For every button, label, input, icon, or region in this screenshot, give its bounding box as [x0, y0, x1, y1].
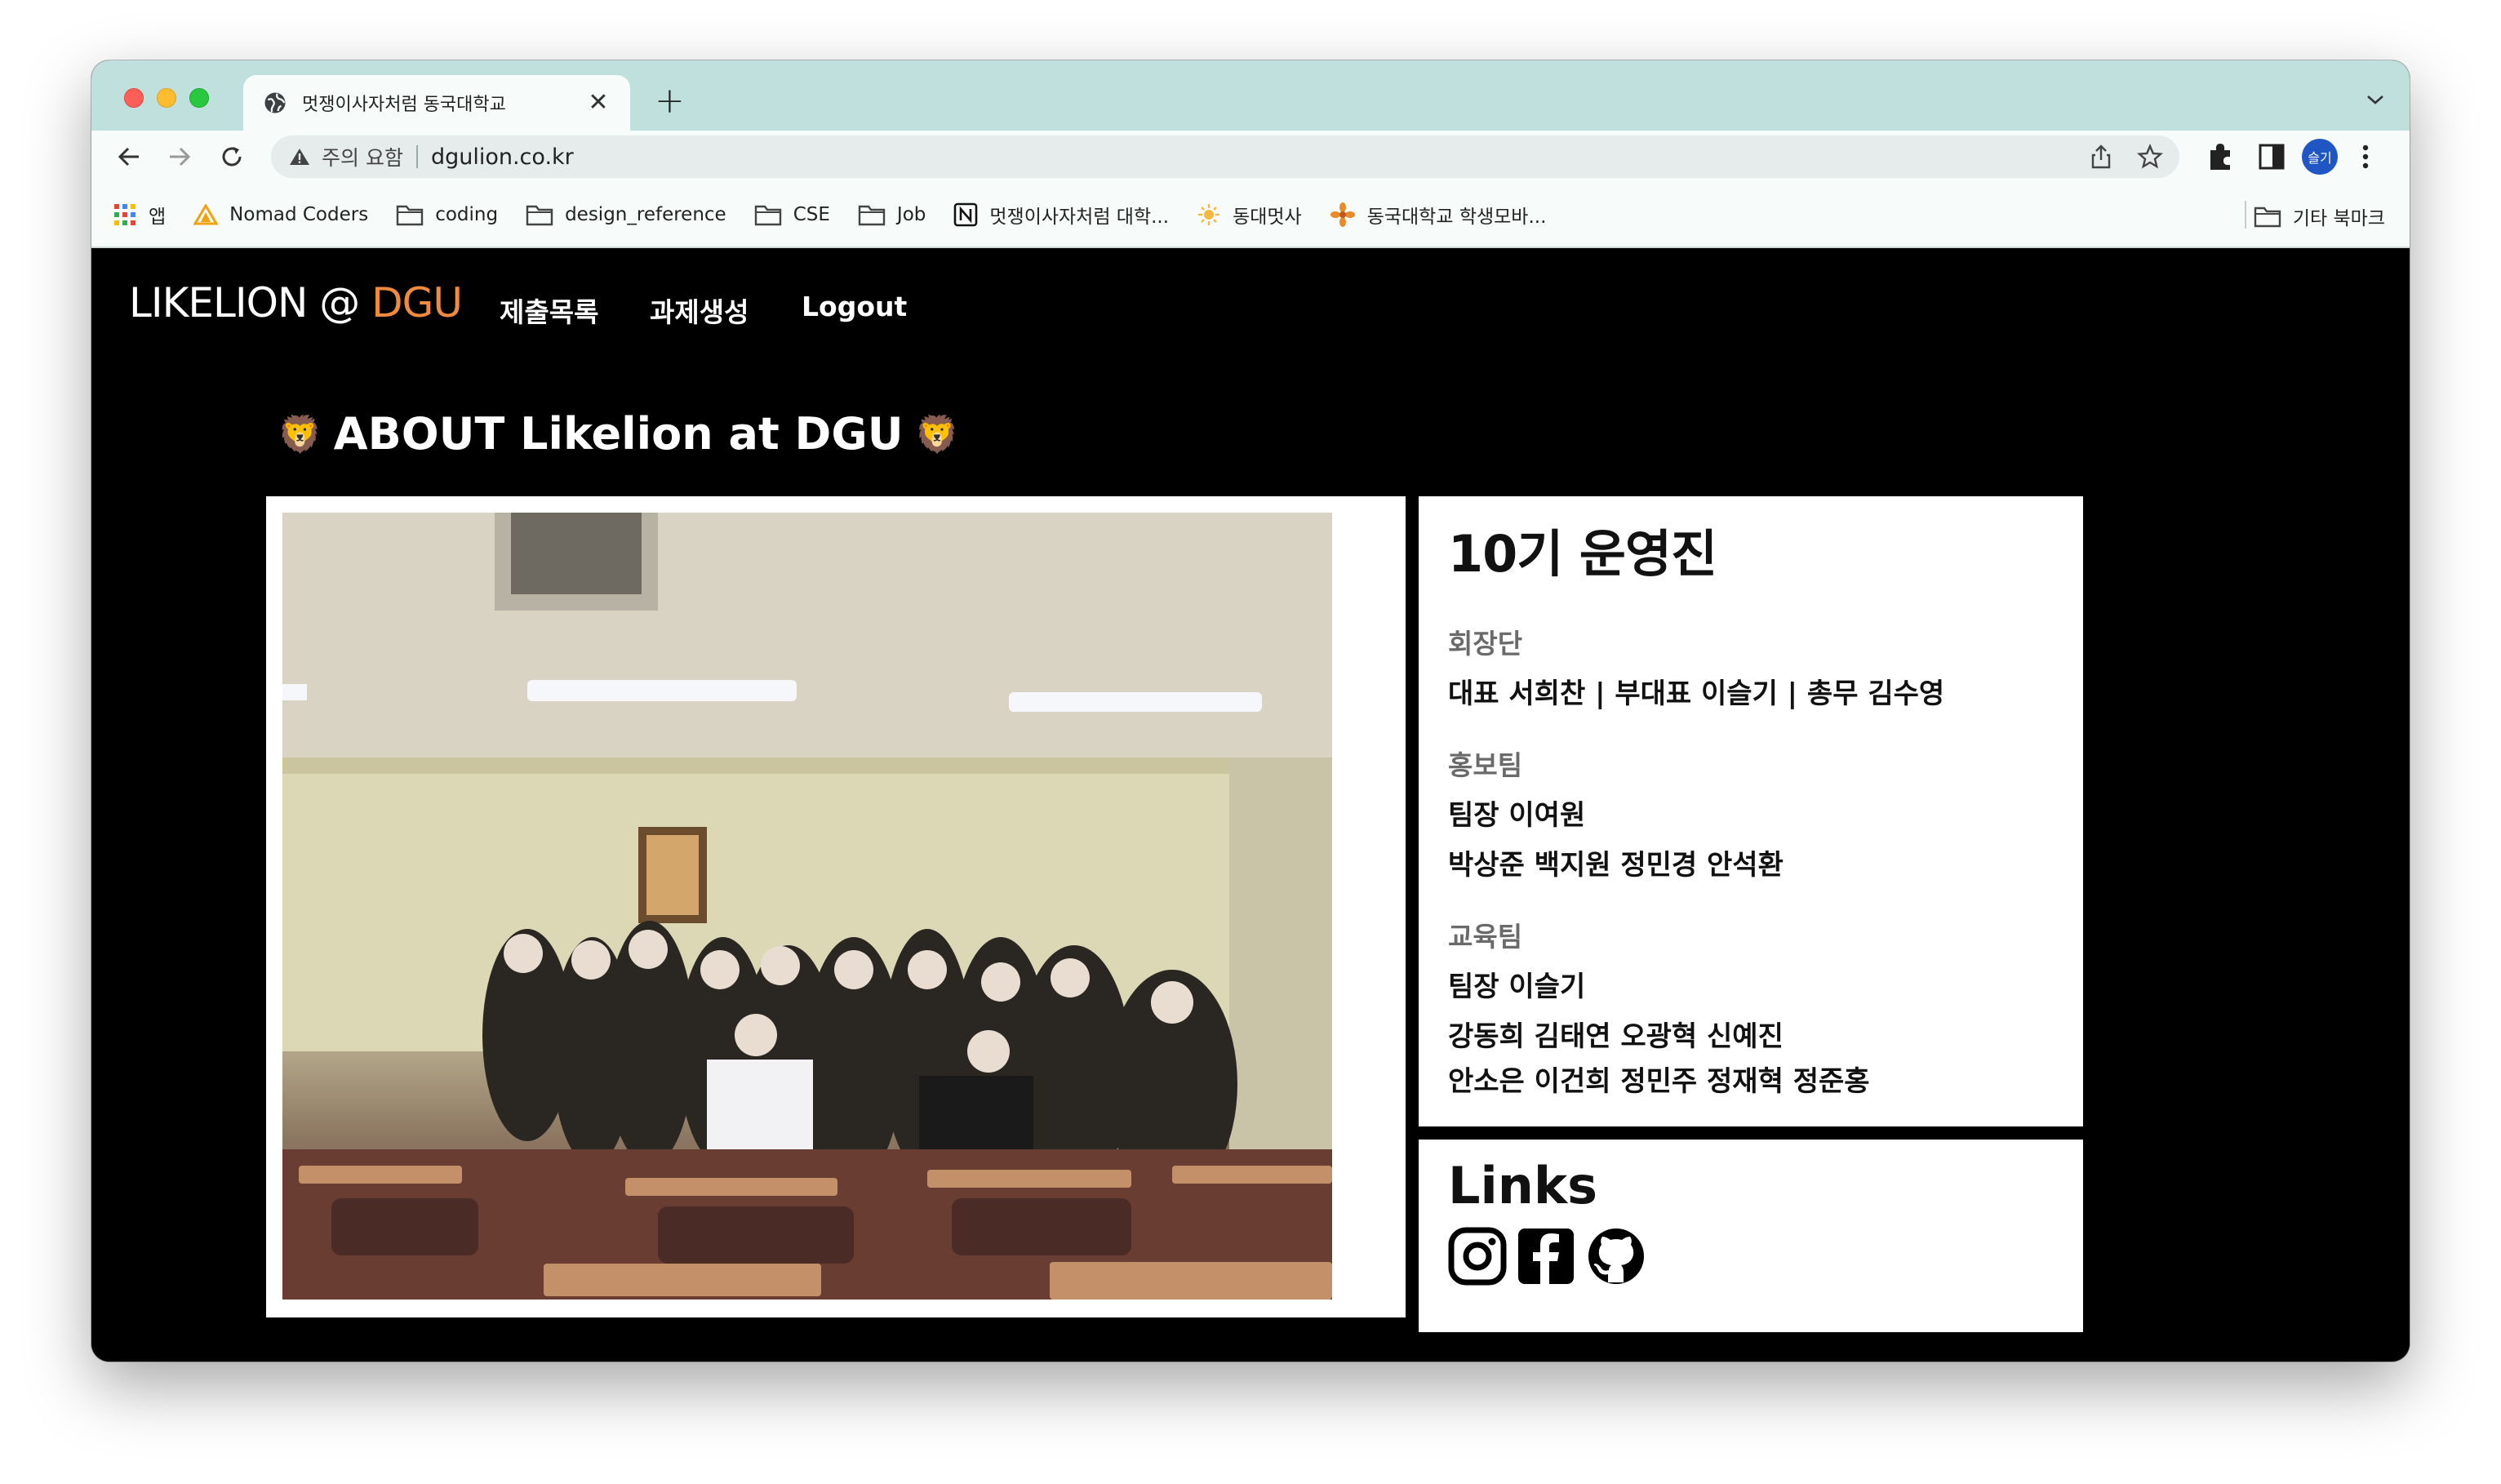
back-arrow-icon[interactable]	[114, 142, 144, 171]
bookmark-likelion-univ[interactable]: 멋쟁이사자처럼 대학...	[953, 201, 1169, 229]
forward-arrow-icon[interactable]	[165, 142, 194, 171]
minimize-window-button[interactable]	[157, 88, 176, 108]
bookmark-job[interactable]: Job	[858, 203, 926, 226]
bookmark-label: Job	[896, 204, 926, 225]
pr-team-leader: 팀장 이여원	[1448, 799, 1586, 832]
bookmark-apps[interactable]: 앱	[113, 201, 166, 229]
tab-close-icon[interactable]: ✕	[586, 91, 611, 115]
bookmark-nomad-coders[interactable]: Nomad Coders	[193, 204, 368, 225]
bookmark-coding[interactable]: coding	[396, 203, 498, 226]
nav-create-assignment[interactable]: 과제생성	[650, 291, 749, 330]
bookmark-design-reference[interactable]: design_reference	[526, 203, 726, 226]
pr-team-members: 박상준 백지원 정민경 안석환	[1448, 849, 1784, 882]
extensions-puzzle-icon[interactable]	[2206, 140, 2235, 173]
bookmarks-divider	[2245, 201, 2246, 229]
education-team-leader: 팀장 이슬기	[1448, 971, 1586, 1003]
more-menu-icon[interactable]	[2361, 140, 2370, 173]
browser-tab[interactable]: 멋쟁이사자처럼 동국대학교 ✕	[243, 75, 630, 131]
section-label-education-team: 교육팀	[1448, 921, 1523, 953]
bookmarks-bar: 앱 Nomad Coders coding design_reference C…	[91, 183, 2410, 248]
nav-submissions[interactable]: 제출목록	[500, 291, 598, 330]
apps-grid-icon	[114, 204, 135, 225]
about-title: ABOUT Likelion at DGU	[333, 408, 904, 460]
bookmark-label: coding	[435, 204, 499, 225]
bookmark-label: CSE	[793, 204, 830, 225]
lion-icon: 🦁	[278, 413, 322, 455]
bookmark-label: design_reference	[565, 204, 726, 225]
sun-icon	[1198, 204, 1220, 225]
facebook-icon[interactable]	[1517, 1227, 1575, 1286]
bookmark-dgu-likelion[interactable]: 동대멋사	[1197, 201, 1302, 229]
browser-window: 멋쟁이사자처럼 동국대학교 ✕ + 주의 요함 dgulion.co.kr 슬기…	[91, 60, 2410, 1362]
education-team-members: 안소은 이건희 정민주 정재혁 정준홍	[1448, 1065, 1870, 1098]
bookmark-star-icon[interactable]	[2137, 144, 2163, 170]
education-team-members: 강동희 김태연 오광혁 신예진	[1448, 1020, 1784, 1053]
bookmark-dgu-mobile[interactable]: 동국대학교 학생모바...	[1330, 201, 1547, 229]
tab-title: 멋쟁이사자처럼 동국대학교	[302, 95, 506, 115]
browser-toolbar: 주의 요함 dgulion.co.kr 슬기	[91, 131, 2410, 183]
close-window-button[interactable]	[124, 88, 144, 108]
bookmark-cse[interactable]: CSE	[754, 203, 830, 226]
web-page: LIKELION @ DGU 제출목록 과제생성 Logout 🦁 ABOUT …	[91, 248, 2410, 1362]
share-icon[interactable]	[2090, 144, 2112, 170]
flower-icon	[1330, 202, 1355, 227]
brand-prefix: LIKELION @	[129, 279, 372, 327]
folder-icon	[754, 205, 781, 226]
instagram-icon[interactable]	[1448, 1227, 1507, 1286]
security-warning-label[interactable]: 주의 요함	[322, 142, 403, 171]
nav-logout[interactable]: Logout	[802, 291, 907, 322]
side-panel-icon[interactable]	[2258, 140, 2286, 173]
staff-title: 10기 운영진	[1448, 524, 1717, 584]
bookmark-label: 앱	[149, 207, 167, 228]
new-tab-button[interactable]: +	[655, 83, 685, 119]
section-label-executive: 회장단	[1448, 628, 1523, 660]
chevron-down-icon[interactable]	[2366, 93, 2385, 106]
folder-icon	[858, 205, 886, 226]
group-photo	[282, 513, 1332, 1300]
globe-icon	[264, 92, 286, 113]
executive-members: 대표 서희찬 | 부대표 이슬기 | 총무 김수영	[1448, 678, 1945, 710]
classroom-photo-illustration	[282, 513, 1332, 1300]
other-bookmarks[interactable]: 기타 북마크	[2254, 202, 2385, 230]
section-label-pr-team: 홍보팀	[1448, 749, 1523, 781]
url-text[interactable]: dgulion.co.kr	[431, 144, 574, 170]
about-heading: 🦁 ABOUT Likelion at DGU 🦁	[266, 408, 971, 460]
warning-icon[interactable]	[289, 147, 310, 167]
address-bar[interactable]: 주의 요함 dgulion.co.kr	[271, 136, 2179, 178]
brand-accent: DGU	[371, 279, 463, 327]
site-logo[interactable]: LIKELION @ DGU	[129, 279, 463, 327]
staff-card: 10기 운영진 회장단 대표 서희찬 | 부대표 이슬기 | 총무 김수영 홍보…	[1419, 496, 2083, 1126]
bookmark-label: 동국대학교 학생모바...	[1366, 207, 1547, 228]
folder-icon	[526, 205, 553, 226]
notion-icon	[954, 202, 978, 227]
social-links	[1448, 1227, 2054, 1286]
github-icon[interactable]	[1585, 1227, 1647, 1286]
reload-icon[interactable]	[217, 142, 247, 171]
folder-icon	[2254, 207, 2281, 228]
folder-icon	[396, 205, 424, 226]
links-title: Links	[1448, 1156, 1598, 1215]
tab-strip: 멋쟁이사자처럼 동국대학교 ✕ +	[91, 60, 2410, 131]
maximize-window-button[interactable]	[189, 88, 209, 108]
profile-avatar[interactable]: 슬기	[2302, 139, 2338, 175]
bookmark-label: Nomad Coders	[229, 204, 369, 225]
other-bookmarks-label: 기타 북마크	[2292, 208, 2385, 229]
address-separator	[415, 145, 418, 168]
group-photo-card	[266, 496, 1406, 1317]
bookmark-label: 동대멋사	[1233, 207, 1302, 228]
nomad-icon	[193, 204, 219, 225]
bookmark-label: 멋쟁이사자처럼 대학...	[989, 207, 1170, 228]
lion-icon: 🦁	[914, 413, 960, 455]
links-card: Links	[1419, 1140, 2083, 1332]
